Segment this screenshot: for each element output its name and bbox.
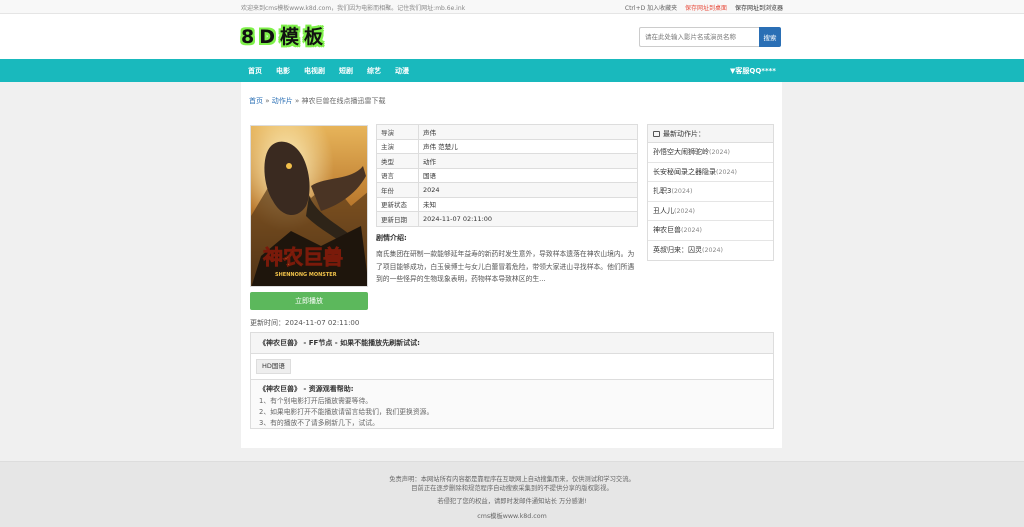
nav-item-variety[interactable]: 综艺 bbox=[367, 66, 381, 76]
play-now-button[interactable]: 立即播放 bbox=[250, 292, 368, 310]
footer: 免责声明：本网站所有内容都是靠程序在互联网上自动搜集而来，仅供测试和学习交流。 … bbox=[0, 461, 1024, 527]
info-row-director: 导演 声伟 bbox=[376, 124, 638, 140]
footer-notice: 目前正在逐步删除和规范程序自动搜索采集到的不提供分享的版权影视。 bbox=[411, 485, 613, 492]
synopsis-title: 剧情介绍: bbox=[376, 234, 407, 242]
footer-contact: 若侵犯了您的权益，请即时发邮件通知站长 万分感谢! bbox=[437, 498, 587, 505]
top-links: Ctrl+D 加入收藏夹 保存网址到桌面 保存网址到浏览器 bbox=[619, 3, 783, 12]
save-browser-link[interactable]: 保存网址到浏览器 bbox=[735, 5, 783, 12]
header: 8D模板 搜索 bbox=[0, 14, 1024, 59]
info-row-genre: 类型 动作 bbox=[376, 153, 638, 169]
latest-item[interactable]: 扎职3(2024) bbox=[648, 182, 773, 202]
nav-item-anime[interactable]: 动漫 bbox=[395, 66, 409, 76]
info-row-status: 更新状态 未知 bbox=[376, 196, 638, 212]
movie-poster[interactable]: 神农巨兽 SHENNONG MONSTER bbox=[250, 125, 368, 287]
latest-item[interactable]: 孙悟空大闹狮驼岭(2024) bbox=[648, 143, 773, 163]
breadcrumb-category[interactable]: 动作片 bbox=[272, 97, 293, 105]
help-line: 2、如果电影打开不能播放请留言给我们，我们更换资源。 bbox=[259, 408, 434, 416]
info-row-date: 更新日期 2024-11-07 02:11:00 bbox=[376, 211, 638, 227]
info-row-year: 年份 2024 bbox=[376, 182, 638, 198]
welcome-text: 欢迎来到cms模板www.k8d.com，我们因为电影而相聚。记住我们网址:mb… bbox=[241, 5, 466, 12]
breadcrumb-home[interactable]: 首页 bbox=[249, 97, 263, 105]
source-header: 《神农巨兽》 - FF节点 - 如果不能播放先刷新试试: bbox=[251, 333, 773, 354]
footer-disclaimer: 免责声明：本网站所有内容都是靠程序在互联网上自动搜集而来，仅供测试和学习交流。 bbox=[389, 476, 635, 483]
bookmark-hint: Ctrl+D 加入收藏夹 bbox=[624, 5, 678, 12]
footer-copyright: cms模板www.k8d.com bbox=[477, 513, 547, 520]
main-nav: 首页 电影 电视剧 短剧 综艺 动漫 ▼客服QQ**** bbox=[0, 59, 1024, 82]
site-logo[interactable]: 8D模板 bbox=[241, 22, 328, 49]
customer-service-qq[interactable]: ▼客服QQ**** bbox=[730, 66, 776, 76]
latest-panel-header: 最新动作片： bbox=[648, 125, 773, 143]
nav-item-tv[interactable]: 电视剧 bbox=[304, 66, 325, 76]
search-button[interactable]: 搜索 bbox=[759, 27, 781, 47]
breadcrumb-current: 神农巨兽在线点播迅雷下载 bbox=[301, 97, 386, 105]
synopsis-text: 南氏集团在研制一款能够延年益寿的新药时发生意外，导致样本遗落在神农山境内。为了项… bbox=[376, 250, 635, 283]
poster-title-en: SHENNONG MONSTER bbox=[275, 272, 337, 278]
latest-item[interactable]: 丑人儿(2024) bbox=[648, 202, 773, 221]
help-line: 3、有的播放不了请多刷新几下，试试。 bbox=[259, 419, 379, 427]
search-form: 搜索 bbox=[639, 27, 782, 47]
help-title: 《神农巨兽》 - 资源观看帮助: bbox=[259, 385, 354, 393]
nav-item-short[interactable]: 短剧 bbox=[339, 66, 353, 76]
play-source-panel: 《神农巨兽》 - FF节点 - 如果不能播放先刷新试试: HD国语 《神农巨兽》… bbox=[250, 332, 774, 429]
poster-image: 神农巨兽 SHENNONG MONSTER bbox=[251, 126, 367, 286]
latest-action-panel: 最新动作片： 孙悟空大闹狮驼岭(2024) 长安秘闻录之器隐录(2024) 扎职… bbox=[647, 124, 774, 261]
latest-item[interactable]: 神农巨兽(2024) bbox=[648, 221, 773, 241]
main-content: 首页 » 动作片 » 神农巨兽在线点播迅雷下载 神农巨兽 SHENNONG MO… bbox=[241, 82, 782, 448]
search-input[interactable] bbox=[639, 27, 759, 47]
latest-item[interactable]: 英叔归来：囚灵(2024) bbox=[648, 241, 773, 261]
movie-info-table: 导演 声伟 主演 声伟 范楚儿 类型 动作 语言 国语 年份 2024 更新状态 未知 更新… bbox=[376, 124, 638, 227]
info-row-cast: 主演 声伟 范楚儿 bbox=[376, 138, 638, 154]
latest-item[interactable]: 长安秘闻录之器隐录(2024) bbox=[648, 163, 773, 182]
save-desktop-link[interactable]: 保存网址到桌面 bbox=[685, 5, 727, 12]
update-time: 更新时间：2024-11-07 02:11:00 bbox=[250, 319, 360, 327]
source-episode-hd[interactable]: HD国语 bbox=[256, 359, 291, 374]
help-line: 1、有个别电影打开后播放需要等待。 bbox=[259, 397, 373, 405]
poster-title-cn: 神农巨兽 bbox=[263, 245, 343, 269]
film-icon bbox=[653, 131, 660, 137]
nav-item-home[interactable]: 首页 bbox=[248, 66, 262, 76]
breadcrumb: 首页 » 动作片 » 神农巨兽在线点播迅雷下载 bbox=[249, 97, 386, 105]
info-row-language: 语言 国语 bbox=[376, 167, 638, 183]
top-bar: 欢迎来到cms模板www.k8d.com，我们因为电影而相聚。记住我们网址:mb… bbox=[0, 0, 1024, 14]
nav-item-movies[interactable]: 电影 bbox=[276, 66, 290, 76]
